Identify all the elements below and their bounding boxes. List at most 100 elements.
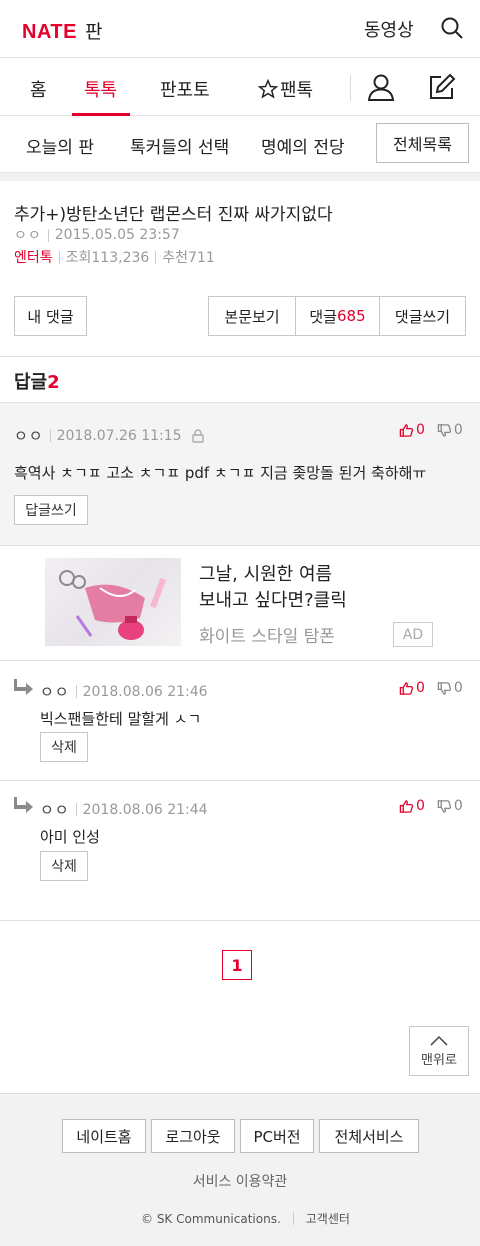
thumbs-down-icon — [437, 799, 451, 813]
downvote-button[interactable]: 0 — [437, 680, 463, 696]
divider — [155, 250, 157, 264]
downvote-count: 0 — [453, 422, 463, 438]
ad-headline-line2: 보내고 싶다면?클릭 — [199, 590, 347, 611]
top-header: NATE 판 동영상 — [0, 0, 480, 58]
tab-divider — [350, 75, 351, 101]
tab-home[interactable]: 홈 — [30, 76, 47, 102]
delete-button[interactable]: 삭제 — [40, 851, 88, 881]
reply-meta: ㅇㅇ 2018.08.06 21:46 — [40, 681, 208, 702]
footer: 네이트홈 로그아웃 PC버전 전체서비스 서비스 이용약관 © SK Commu… — [0, 1093, 480, 1246]
thumbs-up-icon — [399, 423, 414, 437]
subtab-hall-of-fame[interactable]: 명예의 전당 — [261, 133, 345, 158]
comment-meta: ㅇㅇ 2018.07.26 11:15 — [14, 425, 206, 446]
subtab-talkers-choice[interactable]: 톡커들의 선택 — [130, 133, 229, 158]
comments-count: 685 — [336, 307, 366, 325]
thumbs-down-icon — [437, 423, 451, 437]
divider — [0, 920, 480, 921]
back-to-top-button[interactable]: 맨위로 — [409, 1026, 469, 1076]
view-body-button[interactable]: 본문보기 — [209, 297, 296, 335]
ad-headline[interactable]: 그날, 시원한 여름 보내고 싶다면?클릭 — [199, 562, 449, 614]
comment-author: ㅇㅇ — [14, 427, 44, 445]
reply-text: 아미 인성 — [40, 828, 100, 846]
tab-toktok[interactable]: 톡톡 — [84, 76, 117, 102]
downvote-button[interactable]: 0 — [437, 422, 463, 438]
search-icon[interactable] — [440, 16, 464, 40]
footer-copyright-row: © SK Communications. 고객센터 — [141, 1210, 350, 1227]
comments-button[interactable]: 댓글 685 — [296, 297, 380, 335]
footer-all-services[interactable]: 전체서비스 — [319, 1119, 419, 1153]
thumbs-down-icon — [437, 681, 451, 695]
footer-logout[interactable]: 로그아웃 — [151, 1119, 235, 1153]
article-stats: 엔터톡 조회113,236 추천711 — [14, 247, 215, 267]
page-number-current[interactable]: 1 — [222, 950, 252, 980]
divider — [49, 429, 51, 442]
main-tabs: 홈 톡톡 판포토 팬톡 — [0, 58, 480, 116]
article-views: 조회113,236 — [65, 250, 150, 266]
upvote-button[interactable]: 0 — [399, 422, 425, 438]
tab-panphoto[interactable]: 판포토 — [160, 76, 210, 102]
replies-label: 답글 — [14, 372, 48, 393]
upvote-button[interactable]: 0 — [399, 680, 425, 696]
sub-tabs: 오늘의 판 톡커들의 선택 명예의 전당 전체목록 — [0, 116, 480, 172]
video-link[interactable]: 동영상 — [364, 16, 414, 42]
ad-image[interactable] — [45, 558, 181, 646]
edit-icon[interactable] — [427, 72, 457, 102]
downvote-count: 0 — [453, 798, 463, 814]
replies-heading: 답글2 — [14, 368, 60, 394]
section-separator — [0, 172, 480, 181]
footer-support[interactable]: 고객센터 — [306, 1210, 350, 1227]
ad-badge: AD — [393, 622, 433, 647]
comments-label: 댓글 — [309, 307, 337, 326]
article-author: ㅇㅇ — [14, 228, 42, 244]
upvote-button[interactable]: 0 — [399, 798, 425, 814]
article-title[interactable]: 추가+)방탄소년단 랩몬스터 진짜 싸가지없다 — [14, 200, 333, 225]
reply-text: 빅스팬들한테 말할게 ㅅㄱ — [40, 710, 202, 728]
divider — [292, 1212, 294, 1225]
article-category[interactable]: 엔터톡 — [14, 247, 53, 267]
footer-nate-home[interactable]: 네이트홈 — [62, 1119, 146, 1153]
nate-pan-logo[interactable]: NATE 판 — [22, 17, 102, 44]
thumbs-up-icon — [399, 799, 414, 813]
divider — [0, 356, 480, 357]
footer-terms[interactable]: 서비스 이용약관 — [0, 1171, 480, 1191]
reply-arrow-icon — [14, 797, 33, 813]
comment-text: 흑역사 ㅊㄱㅍ 고소 ㅊㄱㅍ pdf ㅊㄱㅍ 지금 좆망돌 된거 축하해ㅠ — [14, 464, 427, 482]
upvote-count: 0 — [416, 422, 425, 438]
article-meta: ㅇㅇ 2015.05.05 23:57 — [14, 225, 180, 245]
tab-fantok-label: 팬톡 — [280, 80, 314, 101]
reply-arrow-icon — [14, 679, 33, 695]
tab-fantok[interactable]: 팬톡 — [258, 76, 313, 102]
downvote-count: 0 — [453, 680, 463, 696]
reply-datetime: 2018.08.06 21:46 — [82, 683, 208, 700]
ad-product-illustration — [59, 570, 166, 640]
ad-sponsor: 화이트 스타일 탐폰 — [199, 627, 335, 647]
upvote-count: 0 — [416, 680, 425, 696]
divider — [0, 660, 480, 661]
divider — [47, 228, 49, 242]
replies-count: 2 — [47, 372, 60, 393]
my-comments-button[interactable]: 내 댓글 — [14, 296, 87, 336]
subtab-today[interactable]: 오늘의 판 — [26, 133, 94, 158]
divider — [75, 685, 77, 698]
footer-copyright: © SK Communications. — [141, 1211, 281, 1226]
downvote-button[interactable]: 0 — [437, 798, 463, 814]
reply-write-button[interactable]: 답글쓰기 — [14, 495, 88, 525]
footer-pc-version[interactable]: PC버전 — [240, 1119, 314, 1153]
reply-datetime: 2018.08.06 21:44 — [82, 801, 208, 818]
all-list-button[interactable]: 전체목록 — [376, 123, 469, 163]
logo-section: 판 — [84, 21, 103, 43]
divider — [75, 803, 77, 816]
star-outline-icon — [258, 79, 278, 99]
user-icon[interactable] — [366, 72, 396, 102]
ad-headline-line1: 그날, 시원한 여름 — [199, 564, 333, 585]
reply-meta: ㅇㅇ 2018.08.06 21:44 — [40, 799, 208, 820]
article-recommends: 추천711 — [162, 250, 215, 266]
delete-button[interactable]: 삭제 — [40, 732, 88, 762]
lock-icon — [191, 428, 204, 443]
write-comment-button[interactable]: 댓글쓰기 — [380, 297, 465, 335]
divider — [58, 250, 60, 264]
reply-votes: 0 0 — [399, 798, 463, 814]
thumbs-up-icon — [399, 681, 414, 695]
comment-datetime: 2018.07.26 11:15 — [56, 427, 182, 444]
reply-author: ㅇㅇ — [40, 801, 70, 819]
